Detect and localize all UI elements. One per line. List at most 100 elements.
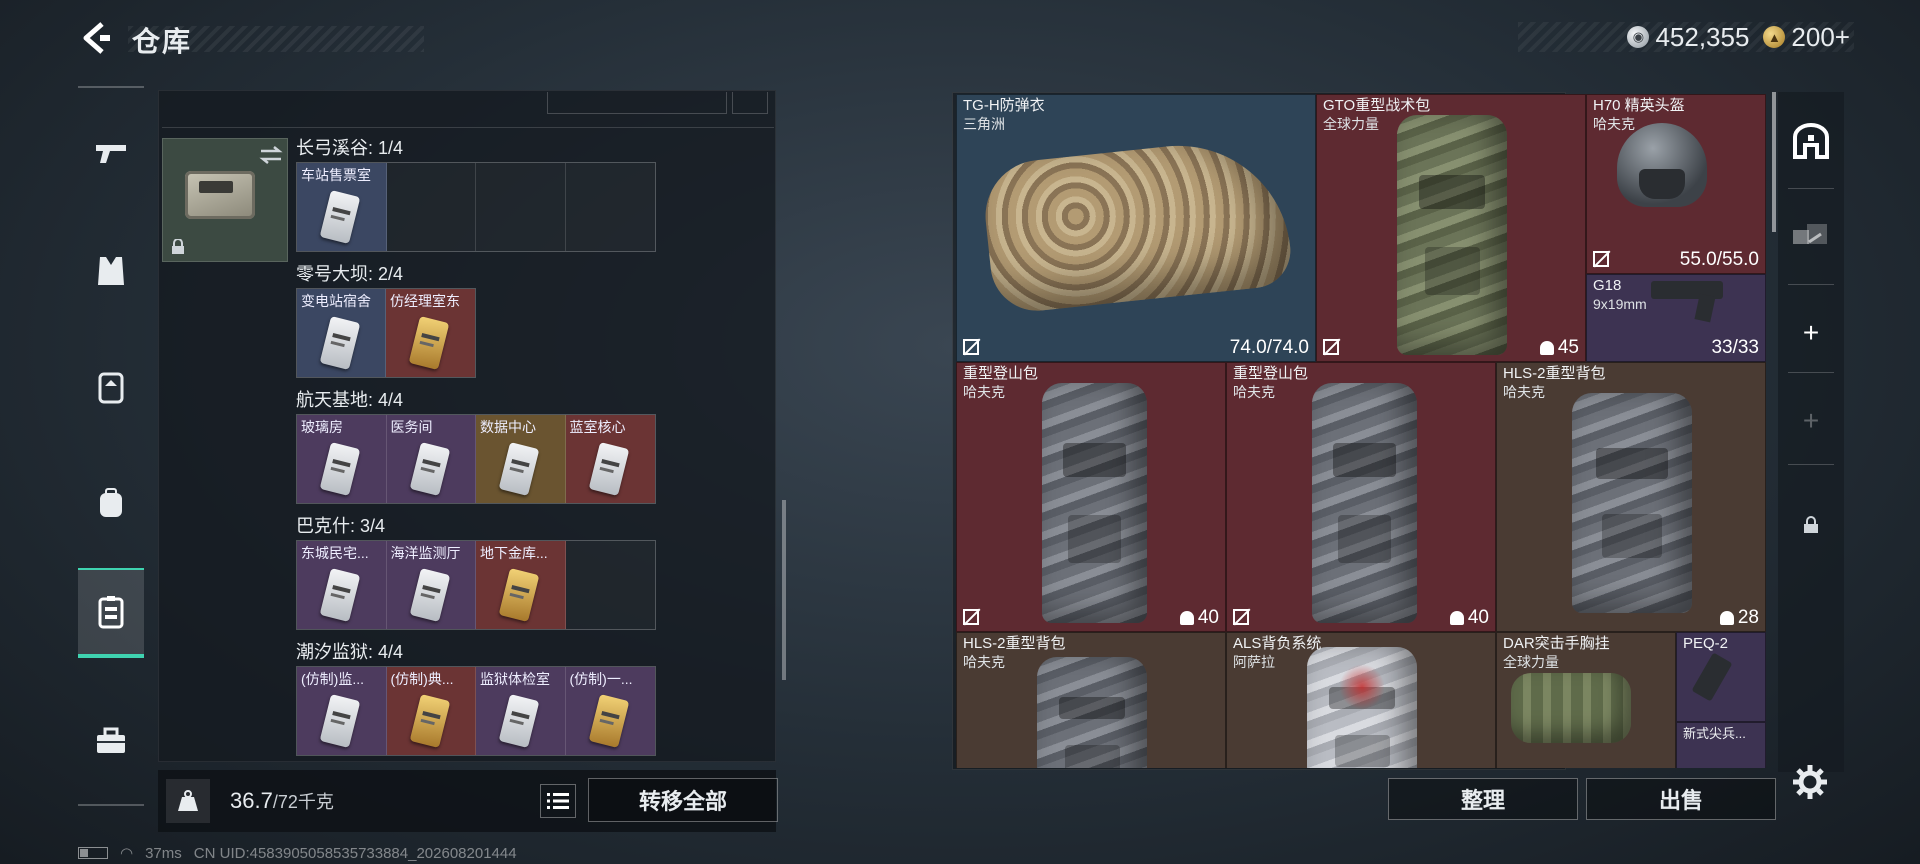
uid: CN UID:4583905058535733884_202608201444 bbox=[193, 844, 517, 862]
empty-key-slot[interactable] bbox=[566, 541, 656, 629]
stash-item[interactable]: HLS-2重型背包 哈夫克 28 bbox=[1496, 362, 1766, 632]
backpack-image bbox=[1312, 383, 1417, 623]
stash-item[interactable]: 新式尖兵... bbox=[1676, 722, 1766, 768]
gold-amount: 200+ bbox=[1791, 21, 1850, 52]
peq-image bbox=[1691, 652, 1733, 702]
item-name: 重型登山包 bbox=[1233, 365, 1309, 382]
stash-item[interactable]: PEQ-2 bbox=[1676, 632, 1766, 722]
stash-item[interactable]: HLS-2重型背包 哈夫克 bbox=[956, 632, 1226, 768]
keycard-icon bbox=[319, 694, 361, 748]
key-slot[interactable]: 仿经理室东 bbox=[386, 289, 475, 377]
sell-button[interactable]: 出售 bbox=[1586, 778, 1776, 820]
region-label: 航天基地: 4/4 bbox=[296, 390, 404, 410]
no-repair-icon bbox=[1593, 251, 1609, 267]
filter-button[interactable] bbox=[732, 92, 768, 114]
nav-weapons[interactable] bbox=[78, 118, 144, 188]
key-slot[interactable]: 海洋监测厅 bbox=[386, 541, 476, 629]
right-nav: + + bbox=[1778, 92, 1844, 772]
stash-grid: TG-H防弹衣 三角洲 74.0/74.0 GTO重型战术包 全球力量 45 H70… bbox=[956, 94, 1766, 768]
silver-coin-icon: ◉ bbox=[1627, 26, 1650, 48]
keycard-icon bbox=[409, 694, 450, 748]
rn-add-2[interactable]: + bbox=[1778, 386, 1844, 456]
tidy-button[interactable]: 整理 bbox=[1388, 778, 1578, 820]
key-slot[interactable]: 车站售票室 bbox=[297, 163, 387, 251]
key-slot[interactable]: 地下金库... bbox=[476, 541, 566, 629]
filter-dropdown[interactable] bbox=[547, 92, 727, 114]
empty-key-slot[interactable] bbox=[387, 163, 476, 251]
keycard-icon bbox=[409, 568, 450, 622]
gold-currency[interactable]: ▲ 200+ bbox=[1763, 22, 1850, 53]
key-slot[interactable]: 监狱体检室 bbox=[476, 667, 566, 755]
key-slot-row: (仿制)监... (仿制)典... 监狱体检室 (仿制)一... bbox=[296, 666, 656, 756]
filter-row bbox=[162, 92, 774, 128]
key-slot-row: 车站售票室 bbox=[296, 162, 656, 252]
item-name: HLS-2重型背包 bbox=[963, 635, 1066, 652]
rn-stash[interactable] bbox=[1778, 106, 1844, 176]
item-capacity: 28 bbox=[1737, 607, 1759, 628]
key-case-item[interactable] bbox=[162, 138, 288, 262]
item-brand: 哈夫克 bbox=[1233, 384, 1275, 400]
key-slot[interactable]: 东城民宅... bbox=[297, 541, 387, 629]
stash-item[interactable]: G18 9x19mm 33/33 bbox=[1586, 274, 1766, 362]
key-name: 监狱体检室 bbox=[480, 671, 550, 687]
key-slot[interactable]: 玻璃房 bbox=[297, 415, 387, 503]
keycard-icon bbox=[319, 442, 361, 496]
stash-icon bbox=[1793, 123, 1829, 159]
key-slot[interactable]: 数据中心 bbox=[476, 415, 566, 503]
item-capacity: 40 bbox=[1467, 607, 1489, 628]
key-case-image bbox=[185, 171, 255, 219]
backpack-image bbox=[1042, 383, 1147, 623]
key-slot[interactable]: (仿制)一... bbox=[565, 667, 655, 755]
capacity-icon bbox=[1179, 611, 1194, 625]
settings-gear-icon[interactable] bbox=[1790, 762, 1830, 802]
region-label: 零号大坝: 2/4 bbox=[296, 264, 404, 284]
nav-chest-rig[interactable] bbox=[78, 352, 144, 422]
key-slot[interactable]: 蓝室核心 bbox=[565, 415, 655, 503]
stash-item[interactable]: 重型登山包 哈夫克 40 bbox=[956, 362, 1226, 632]
keycard-icon bbox=[498, 442, 540, 496]
rn-transfer[interactable] bbox=[1778, 200, 1844, 270]
key-name: 玻璃房 bbox=[301, 419, 343, 435]
transfer-all-button[interactable]: 转移全部 bbox=[588, 778, 778, 822]
rn-add-1[interactable]: + bbox=[1778, 298, 1844, 368]
key-slot[interactable]: (仿制)监... bbox=[297, 667, 387, 755]
nav-armor[interactable] bbox=[78, 236, 144, 306]
rn-locked bbox=[1778, 490, 1844, 560]
status-bar: ◠ 37ms CN UID:4583905058535733884_202608… bbox=[78, 844, 517, 862]
stash-item[interactable]: H70 精英头盔 哈夫克 55.0/55.0 bbox=[1586, 94, 1766, 274]
item-brand: 阿萨拉 bbox=[1233, 654, 1275, 670]
item-name: 新式尖兵... bbox=[1683, 726, 1746, 741]
key-slot[interactable]: (仿制)典... bbox=[386, 667, 476, 755]
key-slot[interactable]: 医务间 bbox=[386, 415, 476, 503]
nav-backpack[interactable] bbox=[78, 468, 144, 538]
item-brand: 哈夫克 bbox=[963, 654, 1005, 670]
plus-icon: + bbox=[1802, 317, 1820, 348]
wifi-icon: ◠ bbox=[120, 845, 134, 862]
back-icon[interactable] bbox=[78, 20, 114, 56]
gold-coin-icon: ▲ bbox=[1763, 26, 1786, 48]
key-name: (仿制)一... bbox=[569, 671, 633, 687]
silver-currency: ◉ 452,355 bbox=[1627, 22, 1749, 53]
item-durability: 55.0/55.0 bbox=[1679, 249, 1759, 270]
empty-key-slot[interactable] bbox=[566, 163, 656, 251]
nav-key-case[interactable] bbox=[78, 568, 144, 658]
stash-item[interactable]: TG-H防弹衣 三角洲 74.0/74.0 bbox=[956, 94, 1316, 362]
nav-toolbox[interactable] bbox=[78, 706, 144, 776]
nav-divider-bottom bbox=[78, 804, 144, 806]
backpack-image bbox=[1572, 393, 1692, 613]
keycard-icon bbox=[588, 442, 629, 496]
left-scrollbar[interactable] bbox=[782, 500, 786, 680]
swap-icon[interactable] bbox=[259, 145, 283, 165]
stash-item[interactable]: DAR突击手胸挂 全球力量 bbox=[1496, 632, 1676, 768]
empty-key-slot[interactable] bbox=[476, 163, 566, 251]
stash-scrollbar[interactable] bbox=[1772, 92, 1776, 232]
key-slot[interactable]: 变电站宿舍 bbox=[297, 289, 386, 377]
ping: 37ms bbox=[145, 844, 182, 862]
stash-item[interactable]: ALS背负系统 阿萨拉 bbox=[1226, 632, 1496, 768]
stash-item[interactable]: GTO重型战术包 全球力量 45 bbox=[1316, 94, 1586, 362]
vest-icon bbox=[98, 257, 124, 285]
list-view-button[interactable] bbox=[540, 784, 576, 818]
item-caliber: 9x19mm bbox=[1593, 296, 1647, 312]
helmet-image bbox=[1617, 123, 1707, 207]
stash-item[interactable]: 重型登山包哈夫克 40 bbox=[1226, 362, 1496, 632]
